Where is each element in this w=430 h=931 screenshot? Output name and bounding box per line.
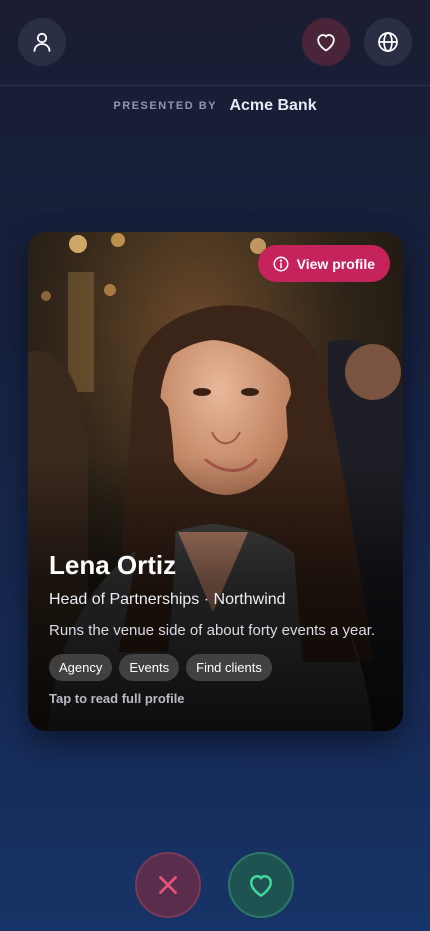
sponsor-name: Acme Bank <box>229 97 317 114</box>
tag-chip: Find clients <box>186 654 272 681</box>
profile-name: Lena Ortiz <box>49 550 177 580</box>
view-profile-button[interactable]: View profile <box>257 245 390 282</box>
profile-tags: Agency Events Find clients <box>49 654 272 681</box>
pass-button[interactable] <box>135 852 201 918</box>
heart-icon <box>317 34 335 52</box>
tag-chip: Events <box>119 654 180 681</box>
profile-button[interactable] <box>18 18 66 66</box>
info-icon <box>273 256 289 271</box>
tap-hint: Tap to read full profile <box>49 691 185 706</box>
top-bar <box>0 0 430 86</box>
language-button[interactable] <box>364 18 412 66</box>
view-profile-label: View profile <box>296 255 375 272</box>
sponsor-banner: PRESENTED BY Acme Bank <box>0 97 430 115</box>
close-icon <box>159 876 177 894</box>
user-icon <box>33 32 51 52</box>
heart-icon <box>250 875 272 897</box>
profile-card[interactable]: View profile Lena Ortiz Head of Partners… <box>28 232 403 731</box>
likes-button[interactable] <box>302 18 350 66</box>
globe-icon <box>378 32 398 52</box>
profile-bio: Runs the venue side of about forty event… <box>49 622 376 639</box>
presented-by-label: PRESENTED BY <box>113 100 217 112</box>
like-button[interactable] <box>228 852 294 918</box>
tag-chip: Agency <box>49 654 113 681</box>
profile-role: Head of Partnerships · Northwind <box>49 591 286 608</box>
